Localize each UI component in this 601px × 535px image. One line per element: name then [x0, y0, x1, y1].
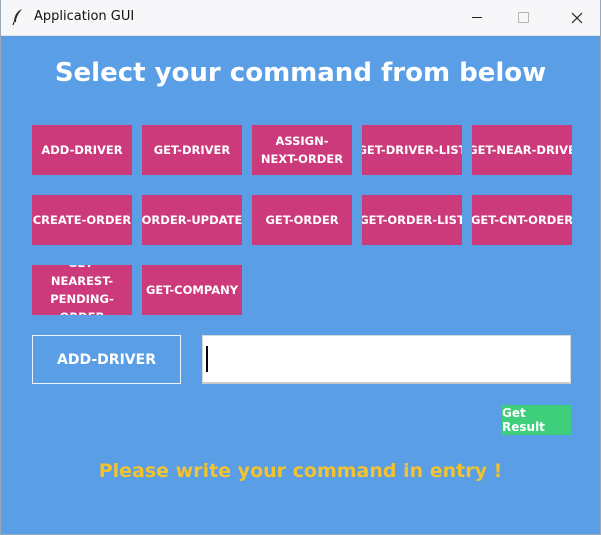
maximize-icon [517, 12, 529, 23]
command-button-get-order-list[interactable]: GET-ORDER-LIST [362, 195, 462, 245]
command-button-get-driver[interactable]: GET-DRIVER [142, 125, 242, 175]
command-button-add-driver[interactable]: ADD-DRIVER [32, 125, 132, 175]
command-button-order-update[interactable]: ORDER-UPDATE [142, 195, 242, 245]
command-button-get-near-driver[interactable]: GET-NEAR-DRIVE [472, 125, 572, 175]
selected-command-label: ADD-DRIVER [32, 335, 181, 384]
minimize-button[interactable] [454, 0, 500, 35]
title-bar[interactable]: Application GUI [1, 0, 600, 36]
feather-icon [11, 8, 25, 26]
window-title: Application GUI [34, 9, 135, 24]
command-input[interactable] [203, 336, 570, 382]
get-result-button[interactable]: Get Result [502, 405, 571, 435]
application-window: Application GUI Select your command from… [0, 0, 601, 535]
command-button-get-driver-list[interactable]: GET-DRIVER-LIST [362, 125, 462, 175]
minimize-icon [472, 17, 482, 18]
page-heading: Select your command from below [54, 58, 547, 88]
command-button-get-cnt-order[interactable]: GET-CNT-ORDER [472, 195, 572, 245]
command-button-create-order[interactable]: CREATE-ORDER [32, 195, 132, 245]
command-button-get-nearest-pending-order[interactable]: GET-NEAREST-PENDING-ORDER [32, 265, 132, 315]
status-message: Please write your command in entry ! [98, 460, 503, 482]
close-button[interactable] [554, 0, 600, 35]
command-entry[interactable] [202, 335, 571, 384]
command-button-assign-next-order[interactable]: ASSIGN-NEXT-ORDER [252, 125, 352, 175]
text-caret [206, 346, 208, 372]
close-icon [571, 12, 583, 23]
command-button-get-company[interactable]: GET-COMPANY [142, 265, 242, 315]
maximize-button[interactable] [500, 0, 546, 35]
command-button-get-order[interactable]: GET-ORDER [252, 195, 352, 245]
